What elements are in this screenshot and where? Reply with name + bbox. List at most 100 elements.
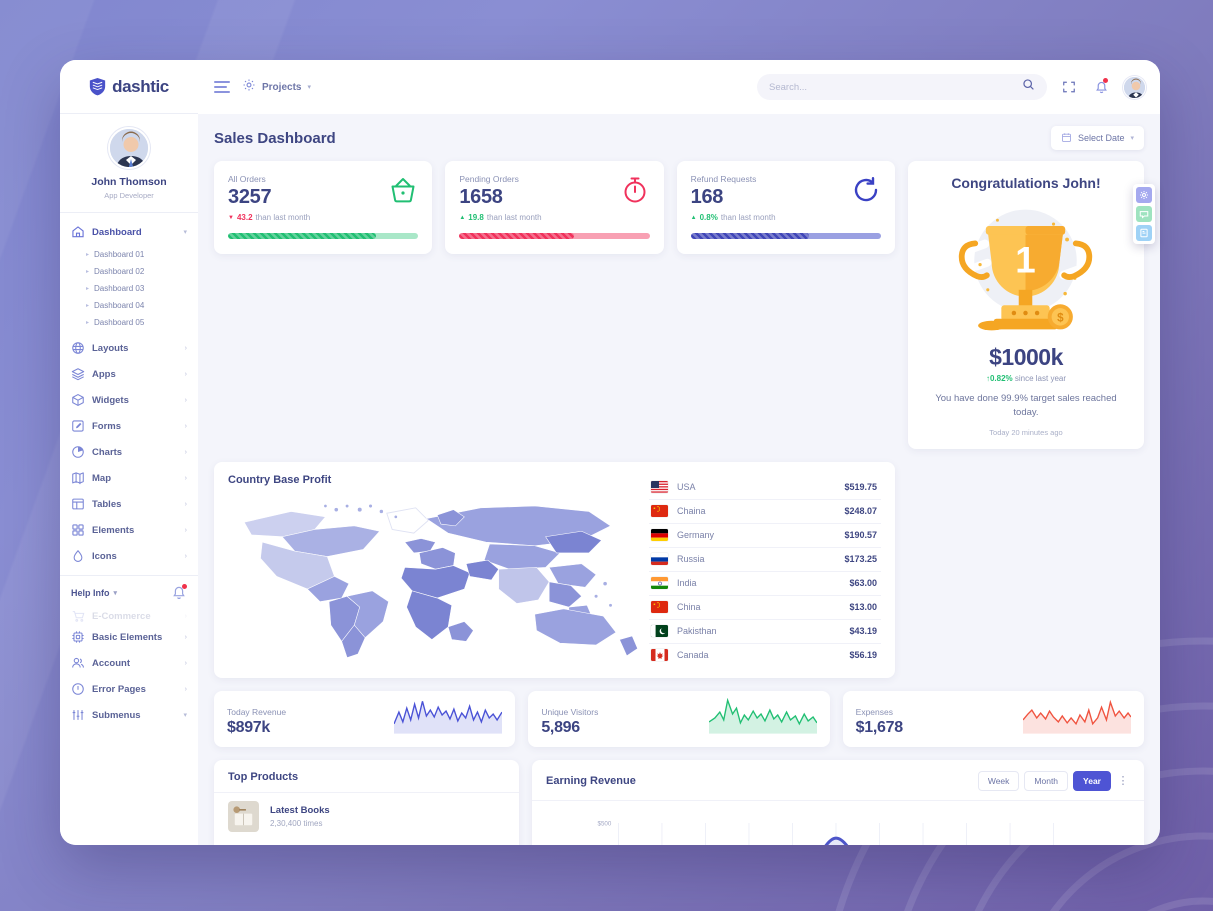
content: Sales Dashboard Select Date ▾ All Orders… [198, 114, 1160, 845]
mini-label: Today Revenue [227, 706, 287, 717]
sidebar-subitem-dashboard-01[interactable]: ▸ Dashboard 01 [60, 246, 198, 263]
gear-icon [242, 78, 256, 97]
home-icon [71, 225, 85, 239]
sidebar-item-charts[interactable]: Charts › [60, 439, 198, 465]
sidebar-item-widgets[interactable]: Widgets › [60, 387, 198, 413]
chevron-right-icon: › [184, 422, 187, 430]
mini-value: $897k [227, 718, 270, 736]
sidebar-item-e-commerce[interactable]: E-Commerce › [60, 608, 198, 624]
search-box[interactable] [757, 74, 1047, 100]
svg-text:1: 1 [1016, 239, 1036, 280]
sidebar-item-label: Map [92, 472, 111, 484]
sidebar-profile: John Thomson App Developer [60, 114, 198, 213]
pie-chart-icon [71, 445, 85, 459]
chevron-down-icon: ▾ [183, 712, 187, 719]
sidebar-item-map[interactable]: Map › [60, 465, 198, 491]
gear-icon[interactable] [1136, 187, 1152, 203]
country-value: $173.25 [844, 554, 877, 565]
sidebar-item-layouts[interactable]: Layouts › [60, 335, 198, 361]
chevron-down-icon: ▾ [1130, 135, 1134, 142]
country-list: USA $519.75 Chaina $248.07 Germany $190.… [649, 474, 881, 668]
select-date-button[interactable]: Select Date ▾ [1050, 126, 1144, 150]
card-title: Country Base Profit [228, 473, 332, 486]
list-item[interactable]: Latest Books 2,30,400 times [214, 793, 519, 840]
sidebar-item-basic-elements[interactable]: Basic Elements › [60, 624, 198, 650]
help-info[interactable]: Help Info ▾ [60, 576, 198, 608]
sidebar-subitem-dashboard-02[interactable]: ▸ Dashboard 02 [60, 263, 198, 280]
chevron-right-icon: › [184, 552, 187, 560]
mini-value: 5,896 [541, 718, 580, 736]
stat-delta-value: 0.8% [699, 213, 718, 222]
hamburger-icon[interactable] [214, 81, 230, 93]
projects-selector[interactable]: Projects ▾ [242, 78, 311, 97]
sidebar-item-label: Error Pages [92, 683, 146, 695]
notifications-icon[interactable] [1091, 77, 1111, 97]
sidebar-item-error-pages[interactable]: Error Pages › [60, 676, 198, 702]
table-row[interactable]: India $63.00 [649, 572, 881, 596]
stats-row: All Orders 3257 ▼ 43.2 than last month P… [214, 161, 1144, 449]
sparkline-chart [708, 697, 818, 739]
chevron-down-icon: ▾ [183, 229, 187, 236]
sidebar-item-label: Apps [92, 368, 116, 380]
chat-icon[interactable] [1136, 206, 1152, 222]
range-year-button[interactable]: Year [1073, 770, 1111, 791]
stat-delta-tail: than last month [486, 213, 542, 222]
sidebar-item-tables[interactable]: Tables › [60, 491, 198, 517]
notification-dot [182, 584, 187, 589]
sidebar-item-icons[interactable]: Icons › [60, 543, 198, 569]
table-icon [71, 497, 85, 511]
map-icon [71, 471, 85, 485]
stat-card-all-orders: All Orders 3257 ▼ 43.2 than last month [214, 161, 433, 254]
more-vertical-icon[interactable]: ⋮ [1116, 774, 1130, 787]
sidebar-item-apps[interactable]: Apps › [60, 361, 198, 387]
fullscreen-icon[interactable] [1059, 77, 1079, 97]
table-row[interactable]: USA $519.75 [649, 476, 881, 500]
table-row[interactable]: Germany $190.57 [649, 524, 881, 548]
sidebar-item-account[interactable]: Account › [60, 650, 198, 676]
chevron-right-icon: ▸ [86, 252, 90, 258]
search-input[interactable] [769, 81, 1022, 93]
list-item[interactable]: New Branded Shoes 3,45,675 times [214, 840, 519, 845]
basket-icon [388, 175, 418, 205]
table-row[interactable]: Pakisthan $43.19 [649, 620, 881, 644]
sidebar-subitem-dashboard-04[interactable]: ▸ Dashboard 04 [60, 297, 198, 314]
congratulations-since: since last year [1014, 374, 1067, 383]
chevron-right-icon: › [184, 474, 187, 482]
profile-name: John Thomson [91, 176, 167, 188]
world-map[interactable] [228, 488, 643, 668]
range-week-button[interactable]: Week [977, 770, 1020, 791]
congratulations-amount: $1000k [989, 344, 1063, 370]
table-row[interactable]: Chaina $248.07 [649, 500, 881, 524]
chart-line [824, 836, 849, 845]
earning-chart[interactable]: $0$100$200 $300$400$500 JanFebMar AprMay… [532, 801, 1144, 845]
panel-header: Top Products [214, 760, 519, 793]
sidebar-subitem-dashboard-03[interactable]: ▸ Dashboard 03 [60, 280, 198, 297]
droplet-icon [71, 549, 85, 563]
sidebar-item-elements[interactable]: Elements › [60, 517, 198, 543]
notifications-bell[interactable] [171, 584, 187, 601]
table-row[interactable]: Canada $56.19 [649, 644, 881, 667]
table-row[interactable]: Russia $173.25 [649, 548, 881, 572]
congratulations-timestamp: Today 20 minutes ago [989, 427, 1063, 437]
sidebar-item-submenus[interactable]: Submenus ▾ [60, 702, 198, 728]
sidebar-item-label: E-Commerce [92, 610, 151, 622]
chevron-right-icon: › [184, 344, 187, 352]
sidebar-subitem-label: Dashboard 01 [94, 250, 145, 259]
floating-toolbar [1133, 184, 1155, 244]
sidebar-item-dashboard[interactable]: Dashboard ▾ [60, 219, 198, 245]
chevron-right-icon: › [184, 500, 187, 508]
table-row[interactable]: China $13.00 [649, 596, 881, 620]
mini-label: Unique Visitors [541, 706, 599, 717]
search-icon[interactable] [1022, 78, 1035, 96]
brand[interactable]: dashtic [60, 60, 198, 114]
avatar[interactable] [1123, 75, 1146, 99]
avatar[interactable] [108, 127, 150, 169]
sidebar-item-label: Icons [92, 550, 117, 562]
book-icon[interactable] [1136, 225, 1152, 241]
range-month-button[interactable]: Month [1024, 770, 1069, 791]
trend-up-icon: ▲ [459, 214, 466, 221]
sidebar-subitem-dashboard-05[interactable]: ▸ Dashboard 05 [60, 314, 198, 331]
sidebar-item-forms[interactable]: Forms › [60, 413, 198, 439]
chevron-right-icon: ▸ [86, 269, 90, 275]
select-date-label: Select Date [1077, 133, 1125, 143]
